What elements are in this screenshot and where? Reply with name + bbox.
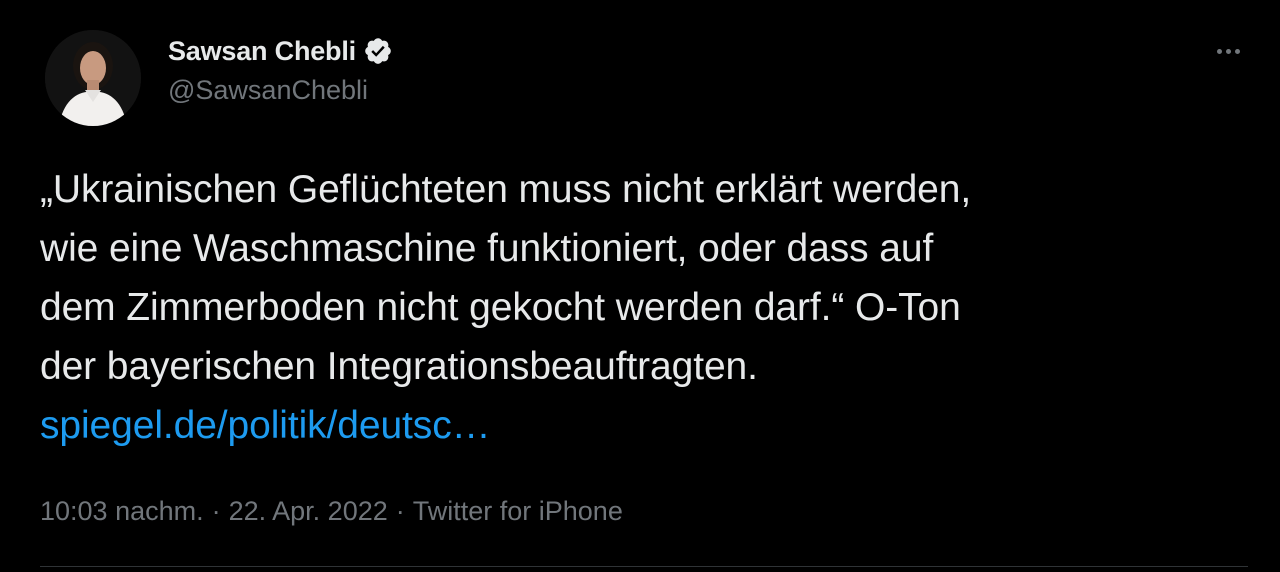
tweet-text-line: dem Zimmerboden nicht gekocht werden dar… <box>40 286 961 329</box>
tweet-card: Sawsan Chebli @SawsanChebli „Ukrainische… <box>0 0 1280 572</box>
tweet-date[interactable]: 22. Apr. 2022 <box>229 496 388 526</box>
tweet-meta: 10:03 nachm. · 22. Apr. 2022 · Twitter for i… <box>40 496 623 527</box>
divider <box>40 566 1248 567</box>
author-handle[interactable]: @SawsanChebli <box>168 75 393 106</box>
tweet-text-line: der bayerischen Integrationsbeauftragten… <box>40 345 758 388</box>
tweet-source[interactable]: Twitter for iPhone <box>413 496 623 526</box>
avatar[interactable] <box>45 30 141 126</box>
meta-separator: · <box>211 496 221 526</box>
author-name-row: Sawsan Chebli <box>168 32 393 70</box>
meta-separator: · <box>395 496 405 526</box>
more-dot-icon <box>1225 48 1231 54</box>
more-dot-icon <box>1234 48 1240 54</box>
tweet-link[interactable]: spiegel.de/politik/deutsc… <box>40 404 491 447</box>
avatar-image <box>45 30 141 126</box>
tweet-text-line: wie eine Waschmaschine funktioniert, ode… <box>40 227 934 270</box>
verified-badge-icon <box>363 36 393 66</box>
author-block: Sawsan Chebli @SawsanChebli <box>168 32 393 106</box>
more-dot-icon <box>1216 48 1222 54</box>
more-options-button[interactable] <box>1208 36 1248 66</box>
tweet-text: „Ukrainischen Geflüchteten muss nicht er… <box>40 160 1260 455</box>
tweet-text-line: „Ukrainischen Geflüchteten muss nicht er… <box>40 168 972 211</box>
tweet-time[interactable]: 10:03 nachm. <box>40 496 204 526</box>
author-display-name[interactable]: Sawsan Chebli <box>168 36 356 67</box>
